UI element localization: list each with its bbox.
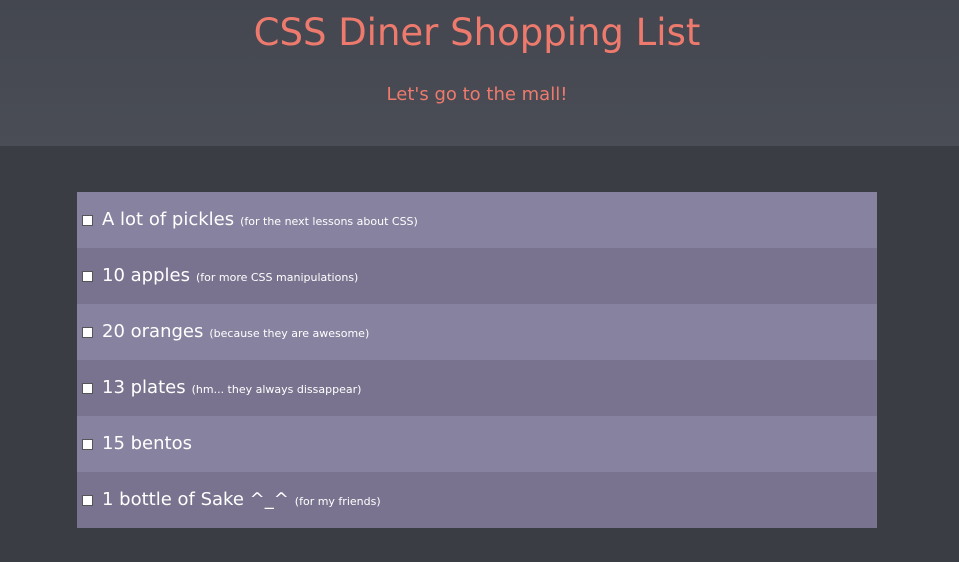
item-label: 15 bentos [102,433,192,454]
item-note: (because they are awesome) [209,327,370,340]
item-label: 10 apples [102,265,190,286]
item-checkbox[interactable] [82,494,93,506]
item-checkbox[interactable] [82,438,93,450]
item-label: 13 plates [102,377,186,398]
item-note: (for more CSS manipulations) [195,271,359,284]
item-checkbox[interactable] [82,214,93,226]
item-checkbox[interactable] [82,382,93,394]
item-note: (for the next lessons about CSS) [240,215,418,228]
list-item: 15 bentos [77,416,877,472]
item-checkbox[interactable] [82,326,93,338]
item-note: (for my friends) [294,495,381,508]
list-item: 10 apples (for more CSS manipulations) [77,248,877,304]
item-checkbox[interactable] [82,270,93,282]
list-item: A lot of pickles (for the next lessons a… [77,192,877,248]
item-note: (hm... they always dissappear) [191,383,362,396]
shopping-list: A lot of pickles (for the next lessons a… [77,192,877,528]
list-item: 20 oranges (because they are awesome) [77,304,877,360]
item-label: 1 bottle of Sake ^_^ [102,489,289,510]
page-subtitle: Let's go to the mall! [386,84,568,105]
list-item: 1 bottle of Sake ^_^ (for my friends) [77,472,877,528]
item-label: 20 oranges [102,321,204,342]
list-item: 13 plates (hm... they always dissappear) [77,360,877,416]
page-header: CSS Diner Shopping List Let's go to the … [0,0,959,146]
page-title: CSS Diner Shopping List [253,11,701,54]
item-label: A lot of pickles [102,209,235,230]
